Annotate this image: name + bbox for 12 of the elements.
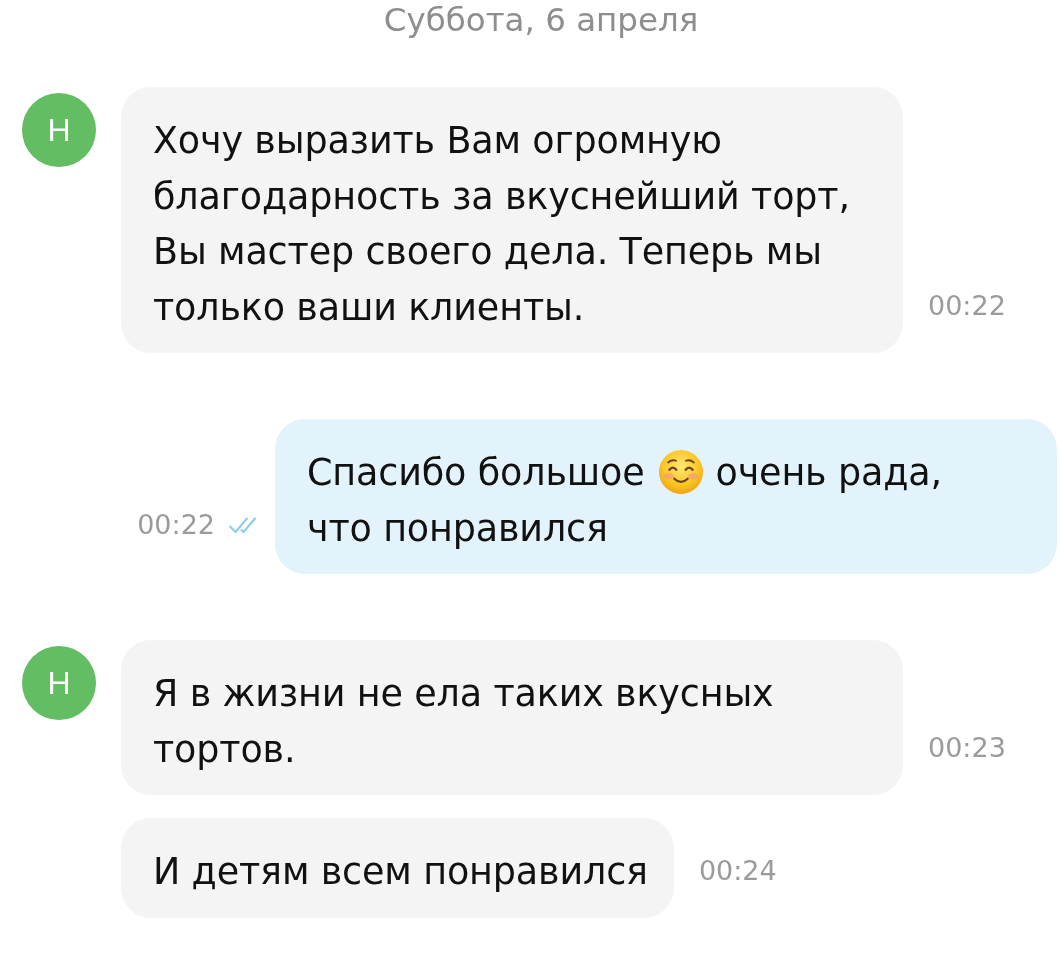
- message-text: Я в жизни не ела таких вкусных тортов.: [153, 671, 775, 773]
- avatar: Н: [22, 93, 96, 167]
- date-header: Суббота, 6 апреля: [382, 0, 699, 40]
- message-text: Спасибо большое очень рада, что понравился: [307, 449, 943, 552]
- message-text: И детям всем понравился: [153, 849, 648, 895]
- message-text: Хочу выразить Вам огромную благодарность за вкуснейший торт, Вы мастер своего дела. Теперь мы только ваши клиенты.: [153, 118, 851, 331]
- avatar: Н: [22, 646, 96, 720]
- message-time: 00:22: [137, 509, 215, 541]
- smiling-face-icon: [659, 450, 704, 494]
- message-time: 00:23: [928, 732, 1006, 764]
- message-time: 00:22: [928, 290, 1006, 322]
- message-time: 00:24: [698, 854, 777, 887]
